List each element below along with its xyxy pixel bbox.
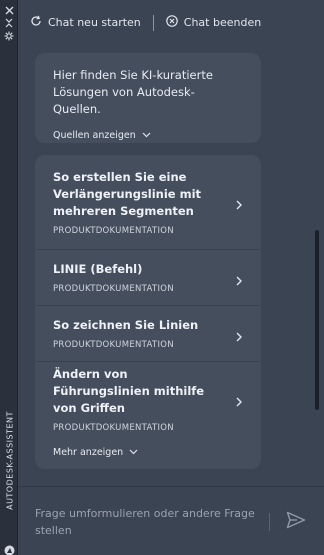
- chevron-down-icon: [129, 447, 138, 458]
- chevron-right-icon: [233, 393, 245, 407]
- result-source: PRODUKTDOKUMENTATION: [53, 284, 174, 294]
- autodesk-logo-icon: [4, 541, 15, 555]
- panel-vertical-title: AUTODESK-ASSISTENT: [1, 391, 17, 531]
- show-sources-label: Quellen anzeigen: [53, 130, 136, 141]
- result-source: PRODUKTDOKUMENTATION: [53, 340, 174, 350]
- intro-card: Hier finden Sie KI-kuratierte Lösungen v…: [35, 53, 261, 143]
- show-sources-button[interactable]: Quellen anzeigen: [53, 130, 243, 141]
- send-icon[interactable]: [286, 511, 306, 529]
- assistant-panel: AUTODESK-ASSISTENT Chat neu starten Chat…: [0, 0, 324, 555]
- result-title: Ändern von Führungslinien mithilfe von G…: [53, 366, 205, 415]
- result-item[interactable]: So erstellen Sie eine Verlängerungslinie…: [35, 155, 261, 250]
- panel-title-text: AUTODESK-ASSISTENT: [5, 411, 15, 510]
- settings-icon[interactable]: [3, 30, 15, 42]
- result-source: PRODUKTDOKUMENTATION: [53, 225, 174, 236]
- restart-icon: [30, 15, 42, 30]
- scrollbar-thumb[interactable]: [315, 230, 319, 410]
- show-more-label: Mehr anzeigen: [53, 447, 124, 458]
- close-circle-icon: [165, 15, 178, 30]
- end-chat-label: Chat beenden: [183, 16, 262, 29]
- result-title: LINIE (Befehl): [53, 262, 143, 276]
- result-title: So erstellen Sie eine Verlängerungslinie…: [53, 169, 202, 218]
- end-chat-button[interactable]: Chat beenden: [165, 15, 262, 30]
- show-more-button[interactable]: Mehr anzeigen: [35, 436, 261, 469]
- new-chat-label: Chat neu starten: [48, 16, 141, 29]
- result-title: So zeichnen Sie Linien: [53, 318, 199, 332]
- chat-toolbar: Chat neu starten Chat beenden: [18, 0, 324, 45]
- toolbar-divider: [152, 14, 154, 31]
- result-item[interactable]: So zeichnen Sie Linien PRODUKTDOKUMENTAT…: [35, 306, 261, 362]
- intro-text: Hier finden Sie KI-kuratierte Lösungen v…: [53, 68, 213, 116]
- chevron-right-icon: [233, 272, 245, 285]
- new-chat-button[interactable]: Chat neu starten: [30, 15, 141, 30]
- input-divider: [269, 513, 270, 531]
- question-input-area: Frage umformulieren oder andere Frage st…: [18, 486, 324, 555]
- result-source: PRODUKTDOKUMENTATION: [53, 422, 174, 433]
- chevron-right-icon: [233, 196, 245, 210]
- question-input[interactable]: Frage umformulieren oder andere Frage st…: [35, 505, 267, 539]
- chevron-right-icon: [233, 328, 245, 341]
- result-item[interactable]: Ändern von Führungslinien mithilfe von G…: [35, 362, 261, 436]
- results-card: So erstellen Sie eine Verlängerungslinie…: [35, 155, 261, 469]
- chevron-down-icon: [142, 130, 151, 141]
- side-strip: AUTODESK-ASSISTENT: [0, 0, 18, 555]
- close-icon[interactable]: [3, 4, 15, 16]
- result-item[interactable]: LINIE (Befehl) PRODUKTDOKUMENTATION: [35, 250, 261, 306]
- collapse-icon[interactable]: [3, 17, 15, 29]
